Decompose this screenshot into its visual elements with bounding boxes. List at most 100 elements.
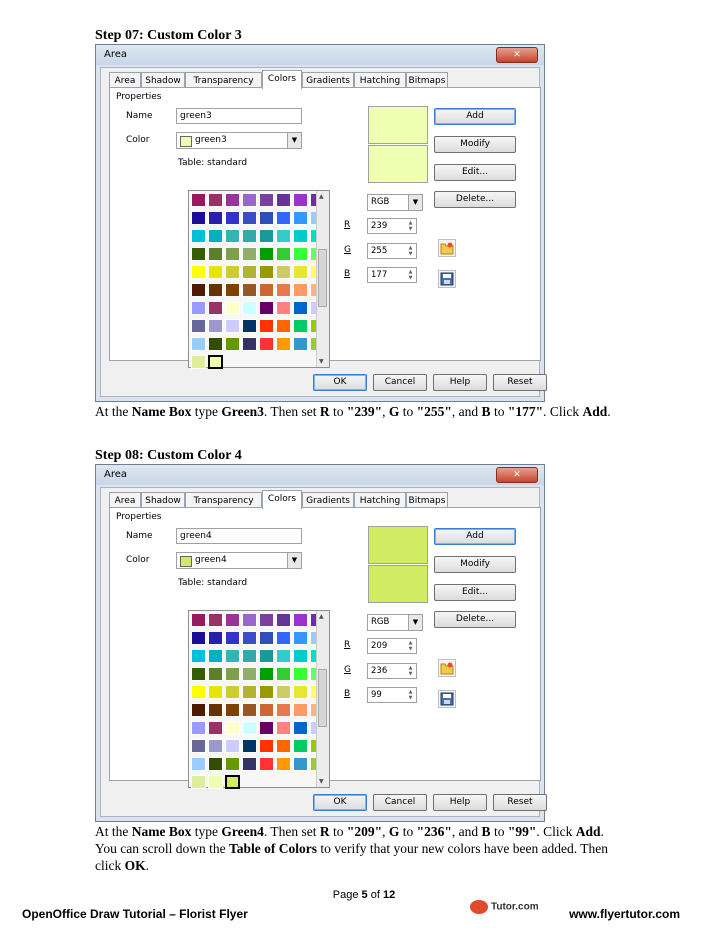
spin-arrows-icon[interactable]: ▲ ▼ xyxy=(406,689,415,701)
tab-hatching[interactable]: Hatching xyxy=(354,72,406,88)
color-cell[interactable] xyxy=(242,229,257,243)
tab-gradients[interactable]: Gradients xyxy=(302,72,354,88)
color-cell[interactable] xyxy=(208,211,223,225)
color-cell[interactable] xyxy=(259,229,274,243)
g-spinbox[interactable]: 255 ▲ ▼ xyxy=(367,243,417,259)
color-cell[interactable] xyxy=(293,649,308,663)
color-cell[interactable] xyxy=(191,265,206,279)
color-cell[interactable] xyxy=(259,757,274,771)
color-cell[interactable] xyxy=(242,703,257,717)
color-cell[interactable] xyxy=(191,685,206,699)
color-cell[interactable] xyxy=(276,667,291,681)
color-cell[interactable] xyxy=(242,757,257,771)
spin-arrows-icon[interactable]: ▲ ▼ xyxy=(406,245,415,257)
color-cell[interactable] xyxy=(242,319,257,333)
color-cell[interactable] xyxy=(259,301,274,315)
color-cell[interactable] xyxy=(276,193,291,207)
color-cell[interactable] xyxy=(276,301,291,315)
tab-transparency[interactable]: Transparency xyxy=(185,492,262,508)
color-cell[interactable] xyxy=(191,649,206,663)
color-cell[interactable] xyxy=(191,757,206,771)
color-cell[interactable] xyxy=(276,283,291,297)
color-cell[interactable] xyxy=(225,721,240,735)
color-cell[interactable] xyxy=(191,211,206,225)
color-cell[interactable] xyxy=(293,301,308,315)
color-cell[interactable] xyxy=(276,631,291,645)
tab-shadow[interactable]: Shadow xyxy=(141,492,185,508)
scroll-up-icon[interactable]: ▲ xyxy=(319,613,324,620)
color-cell[interactable] xyxy=(259,613,274,627)
color-cell[interactable] xyxy=(225,301,240,315)
tab-colors[interactable]: Colors xyxy=(262,490,302,509)
color-cell[interactable] xyxy=(276,229,291,243)
tab-bitmaps[interactable]: Bitmaps xyxy=(406,492,448,508)
color-cell[interactable] xyxy=(191,229,206,243)
color-cell[interactable] xyxy=(276,721,291,735)
modify-button[interactable]: Modify xyxy=(434,136,516,153)
tab-hatching[interactable]: Hatching xyxy=(354,492,406,508)
color-select[interactable]: green4 ▼ xyxy=(176,552,302,569)
color-cell[interactable] xyxy=(259,703,274,717)
color-cell[interactable] xyxy=(242,631,257,645)
color-cell[interactable] xyxy=(242,301,257,315)
color-cell[interactable] xyxy=(225,631,240,645)
color-cell[interactable] xyxy=(208,319,223,333)
color-cell[interactable] xyxy=(225,613,240,627)
color-cell[interactable] xyxy=(276,247,291,261)
footer-url[interactable]: www.flyertutor.com xyxy=(569,907,680,921)
color-cell[interactable] xyxy=(242,739,257,753)
color-cell[interactable] xyxy=(191,247,206,261)
color-cell[interactable] xyxy=(276,739,291,753)
color-cell[interactable] xyxy=(191,319,206,333)
color-cell[interactable] xyxy=(225,229,240,243)
color-model-select[interactable]: RGB ▼ xyxy=(367,614,423,631)
load-color-list-icon[interactable] xyxy=(438,239,456,257)
spin-arrows-icon[interactable]: ▲ ▼ xyxy=(406,665,415,677)
color-cell[interactable] xyxy=(242,193,257,207)
color-cell[interactable] xyxy=(225,265,240,279)
color-table-scrollbar[interactable]: ▲ ▼ xyxy=(316,191,329,367)
color-cell[interactable] xyxy=(225,667,240,681)
tab-area[interactable]: Area xyxy=(109,492,141,508)
color-cell[interactable] xyxy=(293,211,308,225)
reset-button[interactable]: Reset xyxy=(493,794,547,811)
b-spinbox[interactable]: 99 ▲ ▼ xyxy=(367,687,417,703)
color-cell[interactable] xyxy=(242,685,257,699)
color-cell[interactable] xyxy=(259,685,274,699)
color-cell[interactable] xyxy=(259,319,274,333)
color-cell[interactable] xyxy=(191,631,206,645)
color-cell[interactable] xyxy=(225,247,240,261)
cancel-button[interactable]: Cancel xyxy=(373,794,427,811)
color-cell[interactable] xyxy=(293,283,308,297)
add-button[interactable]: Add xyxy=(434,528,516,545)
color-cell[interactable] xyxy=(293,247,308,261)
ok-button[interactable]: OK xyxy=(313,794,367,811)
b-spinbox[interactable]: 177 ▲ ▼ xyxy=(367,267,417,283)
edit-button[interactable]: Edit... xyxy=(434,164,516,181)
color-cell[interactable] xyxy=(259,337,274,351)
color-cell[interactable] xyxy=(208,631,223,645)
color-cell[interactable] xyxy=(276,649,291,663)
color-cell[interactable] xyxy=(276,211,291,225)
tab-shadow[interactable]: Shadow xyxy=(141,72,185,88)
color-table[interactable]: ▲ ▼ xyxy=(188,190,330,369)
color-cell[interactable] xyxy=(208,193,223,207)
color-cell[interactable] xyxy=(259,667,274,681)
load-color-list-icon[interactable] xyxy=(438,659,456,677)
color-cell[interactable] xyxy=(191,739,206,753)
color-cell[interactable] xyxy=(293,265,308,279)
color-cell[interactable] xyxy=(242,265,257,279)
color-cell[interactable] xyxy=(293,667,308,681)
color-cell[interactable] xyxy=(191,283,206,297)
color-cell[interactable] xyxy=(293,757,308,771)
tab-area[interactable]: Area xyxy=(109,72,141,88)
color-cell[interactable] xyxy=(259,283,274,297)
spin-arrows-icon[interactable]: ▲ ▼ xyxy=(406,640,415,652)
color-model-select[interactable]: RGB ▼ xyxy=(367,194,423,211)
help-button[interactable]: Help xyxy=(433,374,487,391)
color-cell[interactable] xyxy=(259,649,274,663)
delete-button[interactable]: Delete... xyxy=(434,191,516,208)
color-cell[interactable] xyxy=(208,667,223,681)
color-cell[interactable] xyxy=(293,613,308,627)
color-cell[interactable] xyxy=(191,301,206,315)
